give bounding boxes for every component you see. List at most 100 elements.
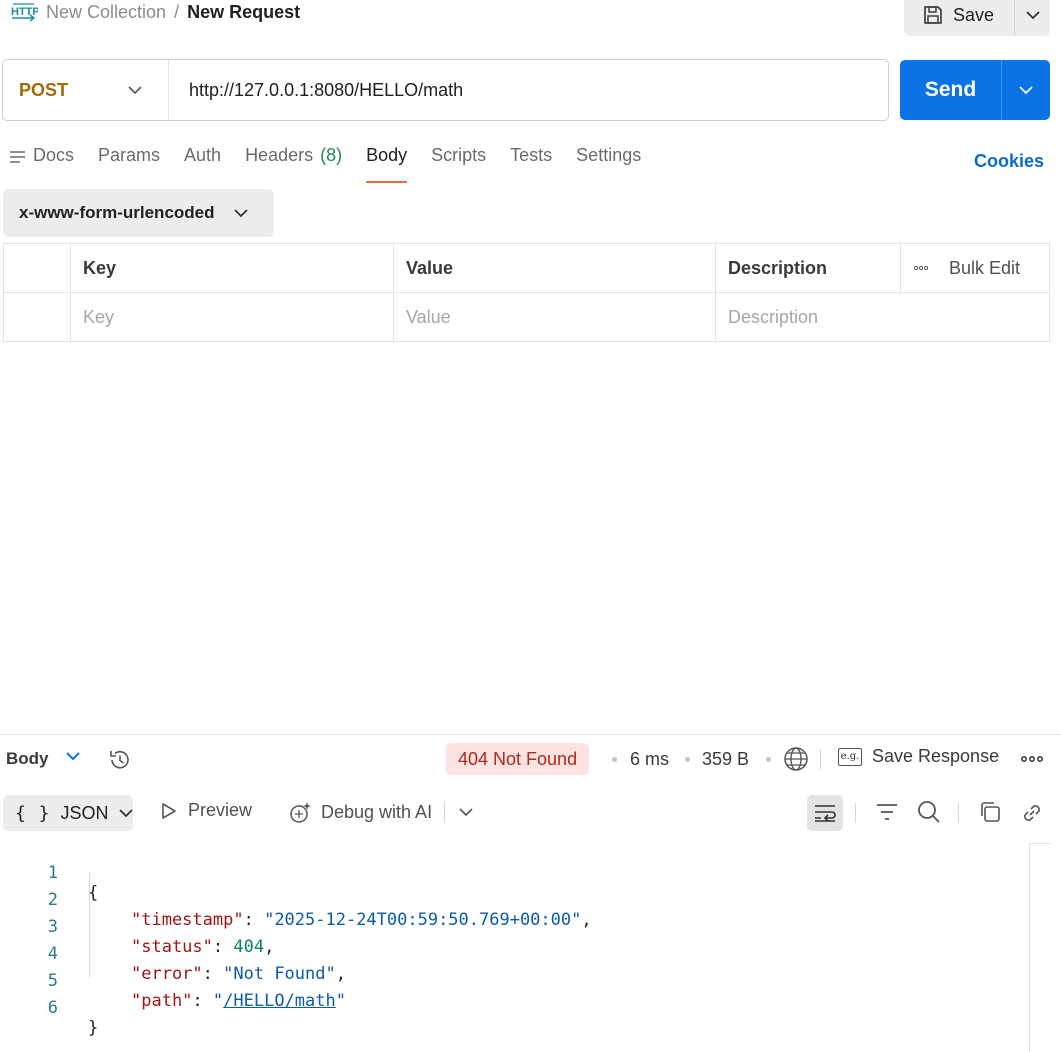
chevron-down-icon: [128, 85, 142, 95]
separator-dot: [766, 757, 771, 762]
wrap-lines-button[interactable]: [807, 795, 843, 831]
code-line: 1 {: [0, 843, 1000, 903]
save-label: Save: [953, 4, 995, 25]
headers-count: (8): [320, 145, 343, 165]
method-label: POST: [19, 79, 69, 100]
tab-label: Settings: [576, 145, 642, 165]
response-body-tab[interactable]: Body: [6, 749, 49, 769]
bulk-edit-button[interactable]: Bulk Edit: [949, 258, 1020, 279]
response-size[interactable]: 359 B: [702, 749, 749, 770]
line-content: }: [88, 1018, 98, 1038]
method-select[interactable]: POST: [3, 60, 169, 120]
play-icon: [160, 802, 178, 820]
request-tabs: Docs Params Auth Headers (8) Body Script…: [9, 145, 641, 185]
tab-label: Docs: [33, 145, 75, 165]
code-line: 6 }: [0, 978, 1000, 1038]
debug-with-ai-button[interactable]: Debug with AI: [287, 800, 473, 824]
divider: [820, 749, 821, 769]
code-line: 2 "timestamp": "2025-12-24T00:59:50.769+…: [0, 870, 1000, 930]
line-number: 6: [47, 998, 58, 1018]
tab-label: Scripts: [431, 145, 487, 165]
request-title[interactable]: New Request: [187, 2, 300, 23]
http-file-icon: HTTP: [10, 1, 38, 23]
tab-params[interactable]: Params: [98, 145, 160, 183]
braces-icon: { }: [15, 802, 51, 824]
ai-debug-icon: [287, 800, 313, 824]
url-bar: POST http://127.0.0.1:8080/HELLO/math: [2, 59, 889, 121]
globe-icon[interactable]: [783, 746, 809, 772]
chevron-down-icon: [233, 208, 248, 218]
breadcrumb-collection-link[interactable]: New Collection: [46, 2, 166, 23]
tab-settings[interactable]: Settings: [576, 145, 641, 183]
table-actions: Bulk Edit: [901, 244, 1049, 292]
format-label: JSON: [60, 802, 109, 823]
wrap-lines-icon: [813, 803, 837, 823]
scrollbar-top-edge: [1029, 843, 1051, 844]
send-button-group: Send: [900, 60, 1050, 120]
tab-label: Tests: [510, 145, 553, 165]
save-response-button[interactable]: e.g. Save Response: [838, 746, 999, 767]
example-icon: e.g.: [838, 747, 862, 766]
column-header-value: Value: [394, 244, 716, 292]
debug-label: Debug with AI: [321, 801, 433, 822]
body-type-label: x-www-form-urlencoded: [19, 203, 215, 222]
divider: [855, 803, 856, 823]
separator-dot: [685, 757, 690, 762]
key-input[interactable]: Key: [71, 293, 394, 342]
save-options-button[interactable]: [1015, 0, 1050, 36]
send-options-button[interactable]: [1002, 60, 1050, 120]
code-line: 5 "path": "/HELLO/math": [0, 951, 1000, 1011]
code-line: 3 "status": 404,: [0, 897, 1000, 957]
column-header-description: Description: [716, 244, 901, 292]
tab-scripts[interactable]: Scripts: [431, 145, 486, 183]
breadcrumb: HTTP New Collection / New Request: [10, 0, 300, 24]
save-icon: [922, 4, 944, 26]
copy-icon[interactable]: [978, 800, 1002, 824]
divider: [444, 801, 446, 823]
tab-label: Params: [98, 145, 161, 165]
divider: [958, 803, 959, 823]
breadcrumb-separator: /: [174, 1, 180, 22]
filter-icon[interactable]: [875, 801, 899, 823]
tab-tests[interactable]: Tests: [510, 145, 552, 183]
save-button-group: Save: [904, 0, 1050, 36]
column-header-key: Key: [71, 244, 394, 292]
send-button[interactable]: Send: [900, 78, 1001, 102]
save-response-label: Save Response: [872, 746, 1000, 766]
vertical-scrollbar[interactable]: [1029, 843, 1030, 1052]
body-type-select[interactable]: x-www-form-urlencoded: [3, 189, 274, 237]
preview-button[interactable]: Preview: [160, 800, 252, 821]
chevron-down-icon[interactable]: [65, 751, 81, 761]
code-line: 4 "error": "Not Found",: [0, 924, 1000, 984]
chevron-down-icon: [1025, 10, 1040, 20]
response-time[interactable]: 6 ms: [630, 749, 669, 770]
tab-headers[interactable]: Headers (8): [245, 145, 342, 183]
chevron-down-icon: [118, 808, 133, 818]
more-options-icon[interactable]: [1020, 749, 1044, 769]
tab-label: Body: [366, 145, 408, 165]
svg-text:HTTP: HTTP: [11, 6, 38, 18]
table-header-row: Key Value Description Bulk Edit: [4, 244, 1049, 293]
link-icon[interactable]: [1019, 800, 1045, 826]
cookies-link[interactable]: Cookies: [974, 151, 1044, 172]
save-button[interactable]: Save: [904, 0, 1014, 36]
more-options-icon[interactable]: [913, 265, 929, 271]
url-input[interactable]: http://127.0.0.1:8080/HELLO/math: [169, 80, 888, 101]
docs-icon: [9, 150, 26, 164]
status-badge[interactable]: 404 Not Found: [446, 743, 590, 775]
close-brace: }: [88, 1018, 99, 1038]
chevron-down-icon[interactable]: [459, 807, 473, 817]
table-header-checkbox-cell: [4, 244, 71, 292]
tab-docs[interactable]: Docs: [9, 145, 74, 183]
form-params-table: Key Value Description Bulk Edit Key Valu…: [3, 243, 1050, 342]
value-input[interactable]: Value: [394, 293, 716, 342]
history-icon[interactable]: [107, 747, 133, 773]
separator-dot: [612, 757, 617, 762]
tab-body[interactable]: Body: [366, 145, 408, 183]
response-divider[interactable]: [0, 734, 1061, 735]
description-input[interactable]: Description: [716, 293, 1049, 342]
response-format-select[interactable]: { } JSON: [3, 795, 133, 831]
chevron-down-icon: [1019, 85, 1033, 95]
tab-auth[interactable]: Auth: [184, 145, 221, 183]
search-icon[interactable]: [917, 800, 941, 824]
